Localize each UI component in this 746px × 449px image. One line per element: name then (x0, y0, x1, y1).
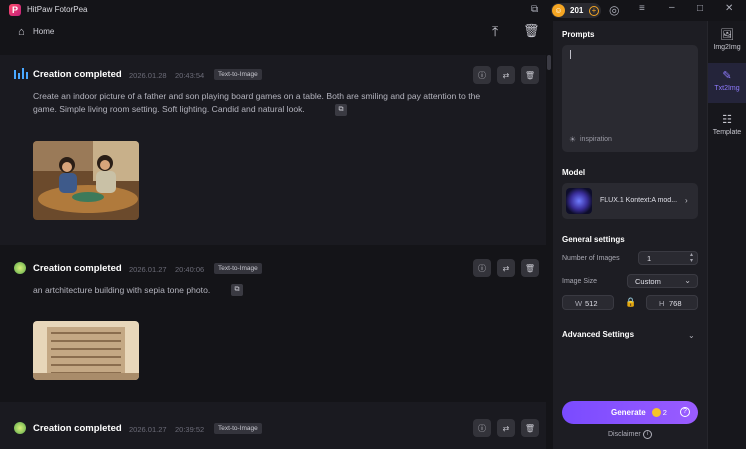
app-logo: P (9, 4, 21, 16)
image-icon: 🖼 (720, 29, 734, 41)
home-icon[interactable]: ⌂ (18, 26, 25, 38)
app-title: HitPaw FotorPea (27, 5, 88, 14)
generated-image-family[interactable] (33, 141, 139, 220)
regenerate-button[interactable]: ⇄ (497, 419, 515, 437)
type-badge: Text-to-Image (214, 263, 262, 274)
copy-prompt-icon[interactable]: ⧉ (335, 104, 347, 116)
info-button[interactable]: ⓘ (473, 419, 491, 437)
card-time: 20:40:06 (175, 265, 205, 274)
general-settings-title: General settings (562, 235, 625, 244)
menu-icon[interactable]: ≡ (639, 3, 645, 14)
card-date: 2026.01.27 (129, 425, 167, 434)
maximize-icon[interactable]: □ (697, 3, 703, 14)
chevron-down-icon[interactable]: ⌄ (688, 331, 695, 340)
delete-button[interactable]: 🗑 (521, 419, 539, 437)
prompt-text-line: Create an indoor picture of a father and… (33, 91, 481, 101)
prompt-text-line: game. Simple living room setting. Soft l… (33, 104, 305, 114)
generate-button[interactable]: Generate 2 ? (562, 401, 698, 424)
card-title: Creation completed (33, 263, 122, 274)
width-value: 512 (585, 299, 598, 308)
disclaimer-link[interactable]: Disclaimer (608, 431, 641, 438)
height-input[interactable]: H 768 (646, 295, 698, 310)
generate-cost: 2 (662, 408, 667, 417)
close-icon[interactable]: ✕ (725, 3, 733, 14)
card-time: 20:43:54 (175, 71, 205, 80)
delete-button[interactable]: 🗑 (521, 259, 539, 277)
info-button[interactable]: ⓘ (473, 66, 491, 84)
coin-icon (651, 408, 661, 417)
prompts-title: Prompts (562, 30, 595, 39)
nav-label: Template (712, 129, 742, 136)
regenerate-button[interactable]: ⇄ (497, 259, 515, 277)
minimize-icon[interactable]: – (669, 2, 675, 13)
inspiration-button[interactable]: inspiration (580, 136, 612, 143)
chevron-down-icon: ⌄ (684, 276, 691, 285)
num-images-stepper[interactable]: 1 ▴ ▾ (638, 251, 698, 265)
nav-template[interactable]: ☷ Template (708, 107, 746, 147)
image-size-select[interactable]: Custom ⌄ (627, 274, 698, 288)
type-badge: Text-to-Image (214, 69, 262, 80)
height-label: H (659, 299, 665, 308)
lightbulb-icon[interactable]: ☀ (569, 135, 576, 144)
image-size-label: Image Size (562, 278, 598, 285)
nav-img2img[interactable]: 🖼 Img2Img (708, 22, 746, 62)
help-icon[interactable]: ? (680, 407, 690, 417)
account-icon[interactable]: ◎ (609, 3, 619, 17)
grid-icon: ☷ (722, 114, 732, 126)
trash-all-icon[interactable]: 🗑 (523, 23, 540, 39)
nav-txt2img[interactable]: ✎ Txt2Img (708, 63, 746, 103)
model-avatar-icon (14, 262, 26, 274)
nav-label: Txt2Img (714, 85, 740, 92)
width-label: W (575, 299, 583, 308)
coin-icon: ☺ (552, 4, 565, 17)
stepper-arrows-icon[interactable]: ▴ ▾ (690, 252, 693, 264)
info-button[interactable]: ⓘ (473, 259, 491, 277)
credits-value: 201 (570, 6, 584, 15)
generated-image-building[interactable] (33, 321, 139, 380)
model-name: FLUX.1 Kontext:A mod... (600, 197, 678, 204)
width-input[interactable]: W 512 (562, 295, 614, 310)
model-title: Model (562, 168, 586, 177)
image-size-value: Custom (635, 277, 661, 286)
title-bar (0, 0, 746, 21)
nav-label: Img2Img (713, 44, 741, 51)
card-date: 2026.01.28 (129, 71, 167, 80)
upload-icon[interactable]: ⤒ (492, 23, 498, 40)
prompt-text-line: an artchitecture building with sepia ton… (33, 285, 211, 295)
chevron-right-icon: › (685, 196, 688, 205)
height-value: 768 (669, 299, 682, 308)
card-time: 20:39:52 (175, 425, 205, 434)
generate-label: Generate (611, 408, 646, 417)
scrollbar-thumb[interactable] (547, 55, 551, 70)
num-images-label: Number of Images (562, 255, 620, 262)
model-avatar-icon (14, 422, 26, 434)
copy-prompt-icon[interactable]: ⧉ (231, 284, 243, 296)
regenerate-button[interactable]: ⇄ (497, 66, 515, 84)
text-caret (570, 50, 571, 59)
num-images-value: 1 (647, 254, 652, 263)
add-credits-icon[interactable]: + (589, 5, 599, 16)
lock-icon[interactable]: 🔒 (625, 297, 636, 308)
type-badge: Text-to-Image (214, 423, 262, 434)
delete-button[interactable]: 🗑 (521, 66, 539, 84)
card-date: 2026.01.27 (129, 265, 167, 274)
card-title: Creation completed (33, 69, 122, 80)
window-copy-icon[interactable]: ⧉ (531, 4, 538, 15)
home-link[interactable]: Home (33, 27, 54, 36)
model-thumbnail (566, 188, 592, 214)
edit-image-icon: ✎ (722, 70, 732, 82)
info-icon[interactable]: i (643, 430, 652, 439)
chart-bars-icon (14, 68, 28, 82)
card-title: Creation completed (33, 423, 122, 434)
advanced-settings-title[interactable]: Advanced Settings (562, 330, 634, 339)
credits-pill[interactable]: ☺ 201 + (551, 3, 601, 18)
